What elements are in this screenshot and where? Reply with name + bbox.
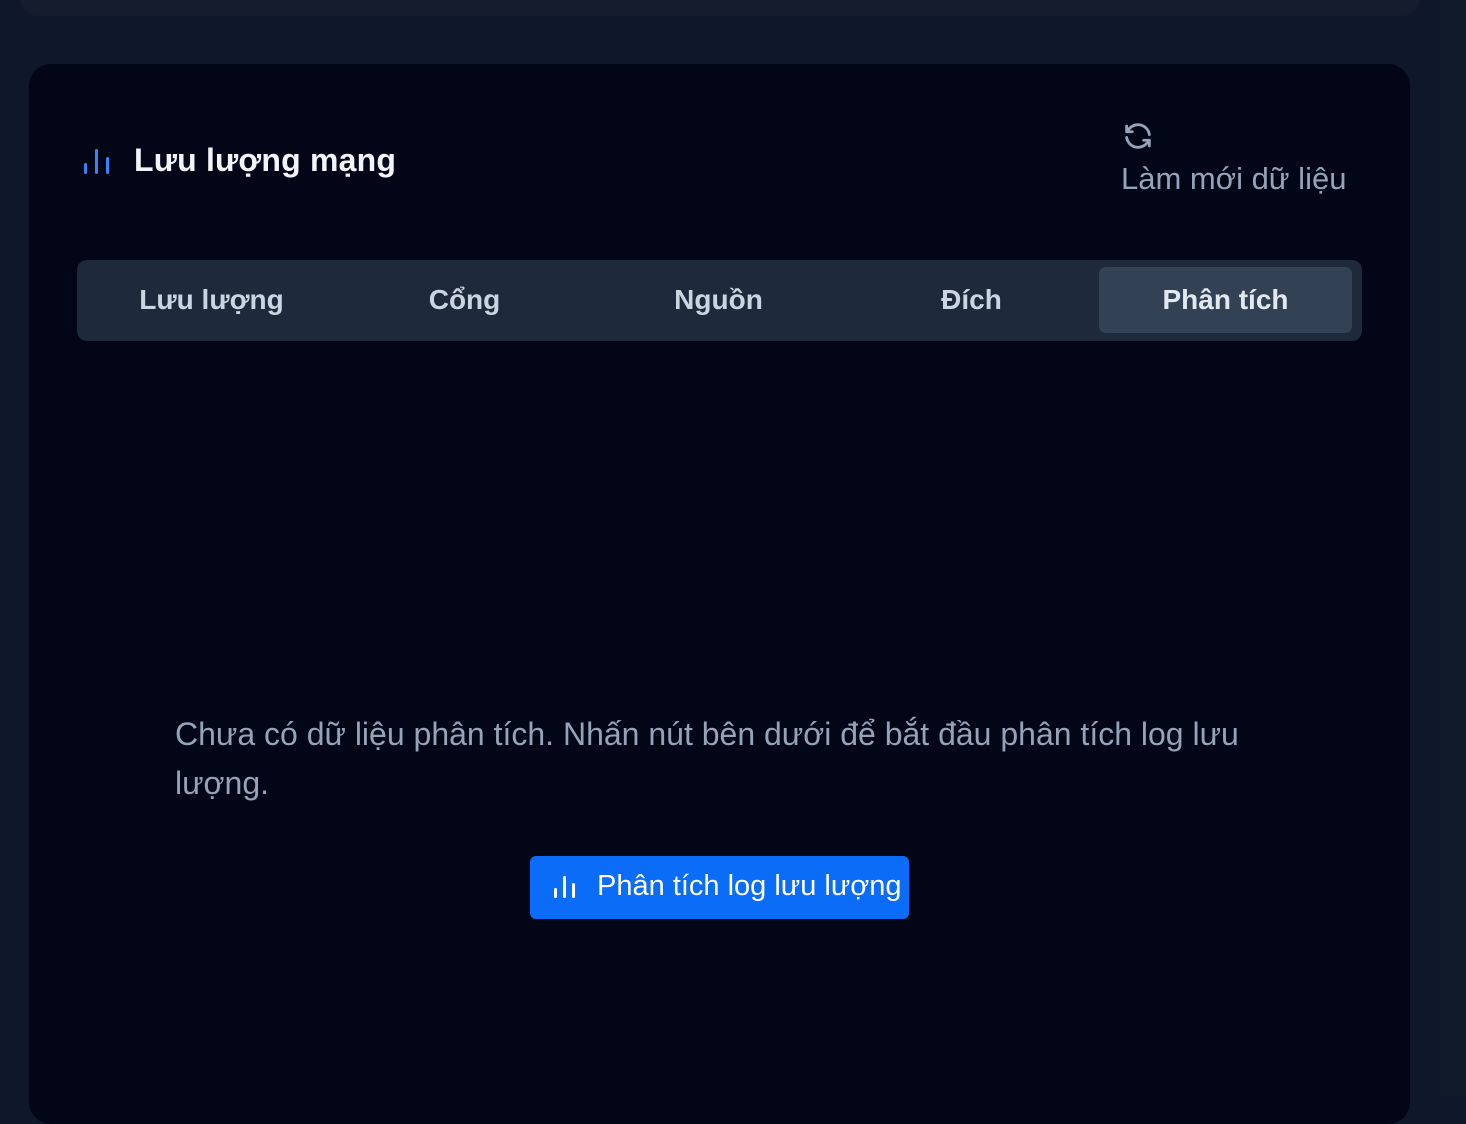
refresh-label: Làm mới dữ liệu (1121, 161, 1347, 196)
card-title: Lưu lượng mạng (134, 142, 397, 178)
bar-chart-icon (554, 876, 575, 898)
tab-destinations[interactable]: Đích (845, 267, 1098, 333)
tab-analysis[interactable]: Phân tích (1099, 267, 1352, 333)
analyze-traffic-log-button[interactable]: Phân tích log lưu lượng (530, 856, 909, 919)
right-panel-edge (1440, 0, 1466, 1096)
top-panel-edge (20, 0, 1420, 16)
analyze-button-label: Phân tích log lưu lượng (597, 870, 902, 902)
refresh-data-button[interactable]: Làm mới dữ liệu (1119, 119, 1359, 199)
card-header: Lưu lượng mạng Làm mới dữ liệu (29, 64, 1410, 264)
tab-traffic[interactable]: Lưu lượng (85, 267, 338, 333)
network-traffic-card: Lưu lượng mạng Làm mới dữ liệu Lưu lượng… (29, 64, 1410, 1124)
tab-bar: Lưu lượng Cổng Nguồn Đích Phân tích (77, 260, 1362, 341)
empty-state-message: Chưa có dữ liệu phân tích. Nhấn nút bên … (175, 716, 1239, 801)
tab-ports[interactable]: Cổng (338, 267, 591, 333)
refresh-icon (1125, 123, 1151, 149)
bar-chart-icon (84, 149, 109, 174)
tab-sources[interactable]: Nguồn (592, 267, 845, 333)
